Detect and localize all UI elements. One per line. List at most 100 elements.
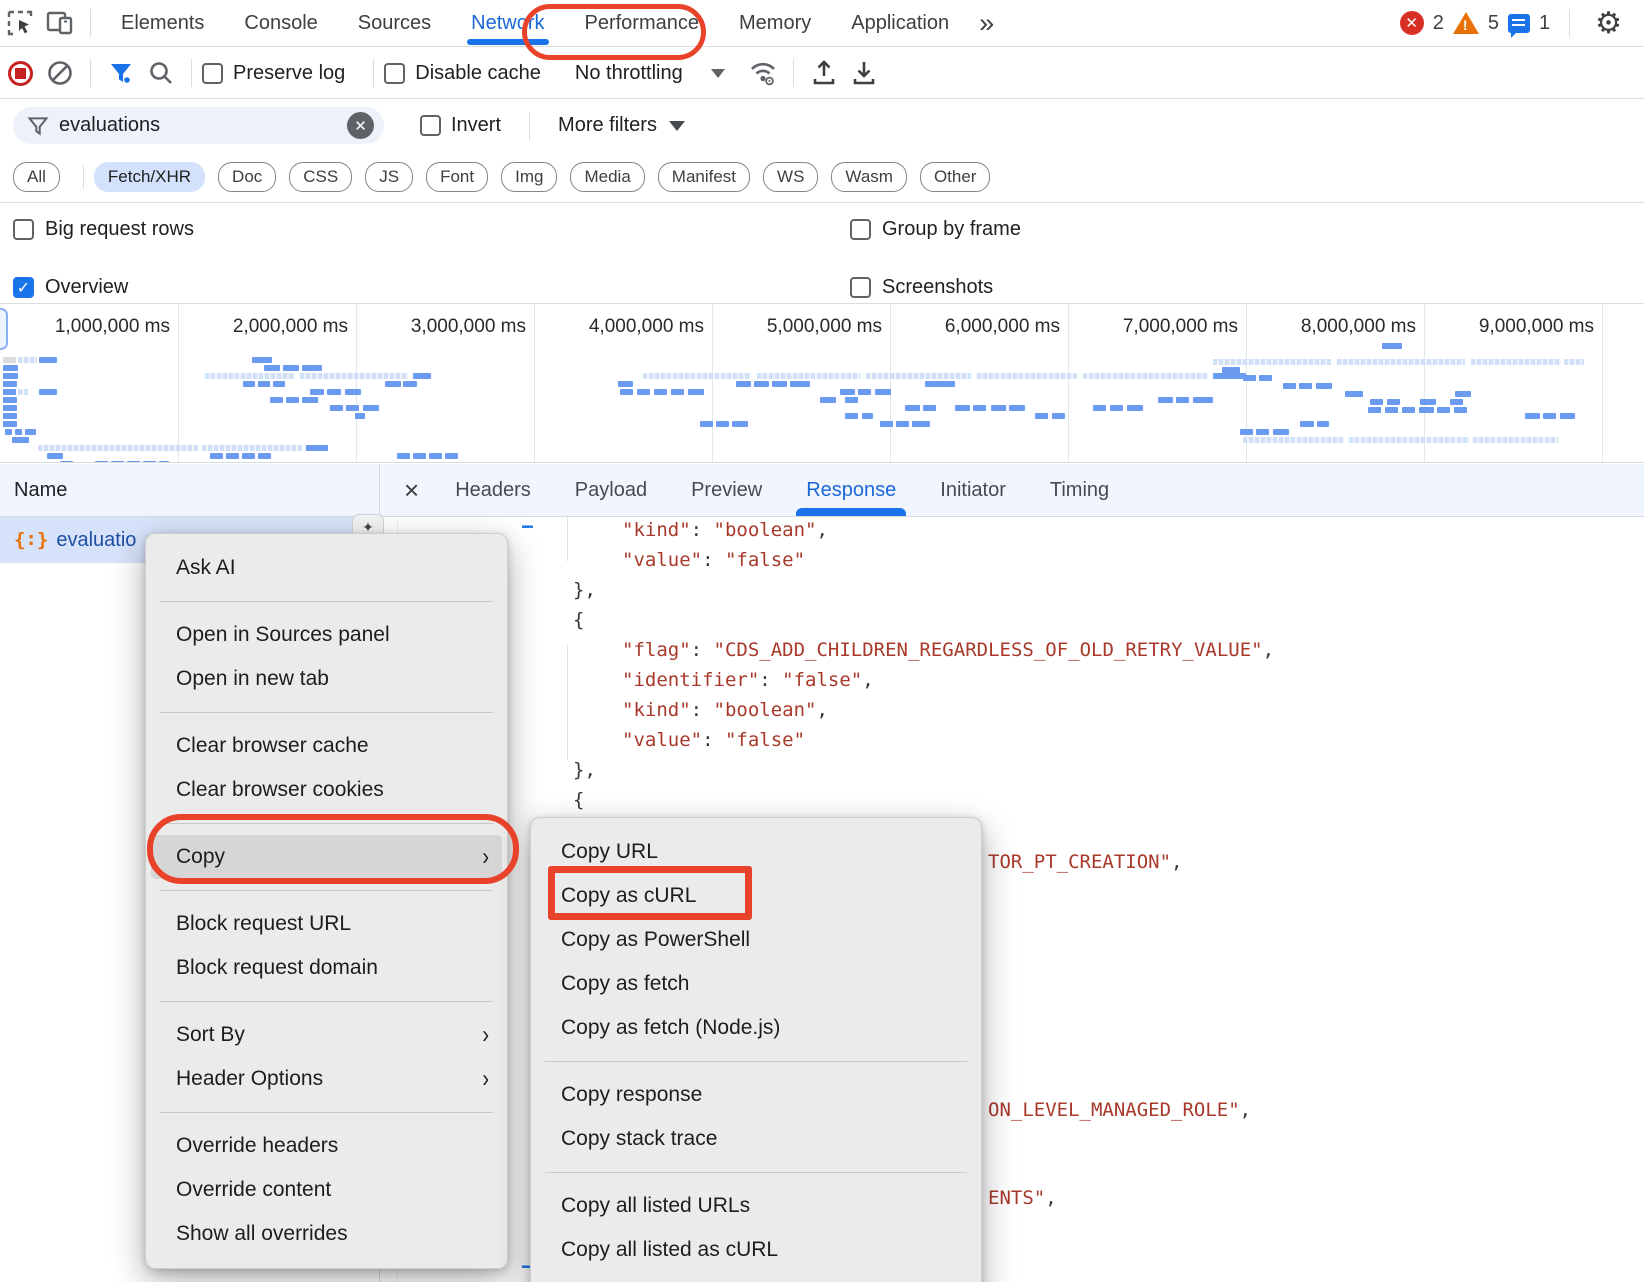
chip-css[interactable]: CSS (289, 162, 352, 192)
chip-fetch-xhr[interactable]: Fetch/XHR (94, 162, 205, 192)
menu-item-copy-all-listed-urls[interactable]: Copy all listed URLs (531, 1184, 981, 1228)
main-tab-console[interactable]: Console (224, 0, 337, 46)
waterfall-bar (306, 445, 328, 451)
menu-item-copy[interactable]: Copy› (151, 835, 502, 879)
waterfall-bar (327, 389, 341, 395)
menu-item-sort-by[interactable]: Sort By› (146, 1013, 507, 1057)
waterfall-bar (3, 381, 17, 387)
message-icon[interactable] (1508, 14, 1530, 33)
main-tab-performance[interactable]: Performance (565, 0, 720, 46)
screenshots-checkbox[interactable] (850, 277, 871, 298)
more-panels-icon[interactable]: » (969, 8, 1004, 39)
detail-tab-preview[interactable]: Preview (669, 464, 784, 516)
chip-media[interactable]: Media (570, 162, 644, 192)
chip-js[interactable]: JS (365, 162, 413, 192)
detail-tab-timing[interactable]: Timing (1028, 464, 1131, 516)
waterfall-bar (1035, 413, 1048, 419)
main-tab-memory[interactable]: Memory (719, 0, 831, 46)
export-har-icon[interactable] (844, 53, 884, 93)
invert-checkbox[interactable] (420, 115, 441, 136)
menu-item-copy-all-listed-as-powershell[interactable]: Copy all listed as PowerShell (531, 1272, 981, 1282)
submenu-arrow-icon: › (482, 843, 489, 872)
close-detail-icon[interactable]: × (380, 475, 433, 506)
detail-tab-headers[interactable]: Headers (433, 464, 553, 516)
waterfall-bar (127, 461, 140, 463)
timeline-label: 2,000,000 ms (233, 316, 348, 338)
json-punctuation: }, (573, 579, 596, 601)
detail-tab-payload[interactable]: Payload (553, 464, 669, 516)
menu-item-override-headers[interactable]: Override headers (146, 1124, 507, 1168)
preserve-log-checkbox[interactable] (202, 63, 223, 84)
chip-ws[interactable]: WS (763, 162, 818, 192)
menu-item-copy-as-fetch-node-js-[interactable]: Copy as fetch (Node.js) (531, 1006, 981, 1050)
main-tab-sources[interactable]: Sources (338, 0, 451, 46)
main-tab-application[interactable]: Application (831, 0, 969, 46)
chip-other[interactable]: Other (920, 162, 991, 192)
throttling-select[interactable]: No throttling (575, 62, 683, 85)
waterfall-bar (18, 389, 29, 395)
name-column-header[interactable]: Name (0, 479, 380, 502)
menu-item-copy-all-listed-as-curl[interactable]: Copy all listed as cURL (531, 1228, 981, 1272)
filter-icon[interactable] (101, 53, 141, 93)
menu-item-header-options[interactable]: Header Options› (146, 1057, 507, 1101)
menu-item-copy-as-curl[interactable]: Copy as cURL (531, 874, 981, 918)
detail-tab-response[interactable]: Response (784, 464, 918, 516)
main-tab-elements[interactable]: Elements (101, 0, 224, 46)
group-by-frame-checkbox[interactable] (850, 219, 871, 240)
error-count: 2 (1433, 12, 1444, 35)
disable-cache-checkbox[interactable] (384, 63, 405, 84)
menu-item-copy-response[interactable]: Copy response (531, 1073, 981, 1117)
network-overview-timeline[interactable]: 1,000,000 ms2,000,000 ms3,000,000 ms4,00… (0, 303, 1644, 463)
filter-input[interactable]: evaluations ✕ (13, 107, 384, 144)
menu-item-clear-browser-cache[interactable]: Clear browser cache (146, 724, 507, 768)
chip-doc[interactable]: Doc (218, 162, 276, 192)
throttling-dropdown-icon[interactable] (711, 69, 725, 78)
menu-item-ask-ai[interactable]: Ask AI (146, 546, 507, 590)
menu-item-copy-url[interactable]: Copy URL (531, 830, 981, 874)
chip-manifest[interactable]: Manifest (658, 162, 750, 192)
waterfall-bar (15, 429, 22, 435)
detail-tab-initiator[interactable]: Initiator (918, 464, 1028, 516)
menu-item-copy-as-powershell[interactable]: Copy as PowerShell (531, 918, 981, 962)
filter-row: evaluations ✕ Invert More filters (0, 100, 1644, 151)
big-request-rows-checkbox[interactable] (13, 219, 34, 240)
clear-filter-icon[interactable]: ✕ (347, 112, 374, 139)
overview-drag-handle[interactable] (0, 308, 8, 350)
menu-item-block-request-domain[interactable]: Block request domain (146, 946, 507, 990)
menu-item-copy-as-fetch[interactable]: Copy as fetch (531, 962, 981, 1006)
menu-item-open-in-sources-panel[interactable]: Open in Sources panel (146, 613, 507, 657)
chip-all[interactable]: All (13, 162, 60, 192)
record-network-log-button[interactable] (0, 53, 40, 93)
device-toolbar-icon[interactable] (40, 3, 80, 43)
timeline-label: 4,000,000 ms (589, 316, 704, 338)
json-punctuation: , (816, 699, 827, 721)
chip-wasm[interactable]: Wasm (831, 162, 907, 192)
menu-item-copy-stack-trace[interactable]: Copy stack trace (531, 1117, 981, 1161)
network-conditions-icon[interactable] (743, 53, 783, 93)
more-filters-button[interactable]: More filters (558, 114, 657, 137)
code-fold-icon[interactable]: − (521, 522, 534, 532)
waterfall-bar (845, 413, 858, 419)
menu-item-clear-browser-cookies[interactable]: Clear browser cookies (146, 768, 507, 812)
more-filters-dropdown-icon[interactable] (669, 121, 685, 131)
menu-separator (160, 823, 493, 824)
settings-gear-icon[interactable]: ⚙ (1595, 6, 1622, 41)
json-string: "flag" (622, 639, 691, 661)
menu-item-block-request-url[interactable]: Block request URL (146, 902, 507, 946)
search-icon[interactable] (141, 53, 181, 93)
warning-icon[interactable]: ! (1453, 12, 1479, 34)
menu-item-open-in-new-tab[interactable]: Open in new tab (146, 657, 507, 701)
chip-img[interactable]: Img (501, 162, 557, 192)
waterfall-bar (302, 397, 318, 403)
chip-font[interactable]: Font (426, 162, 488, 192)
error-icon[interactable]: ✕ (1400, 11, 1424, 35)
import-har-icon[interactable] (804, 53, 844, 93)
main-tab-network[interactable]: Network (451, 0, 564, 46)
json-punctuation: , (816, 519, 827, 541)
menu-item-show-all-overrides[interactable]: Show all overrides (146, 1212, 507, 1256)
inspect-element-icon[interactable] (0, 3, 40, 43)
timeline-label: 3,000,000 ms (411, 316, 526, 338)
menu-item-override-content[interactable]: Override content (146, 1168, 507, 1212)
clear-network-log-button[interactable] (40, 53, 80, 93)
overview-checkbox[interactable]: ✓ (13, 277, 34, 298)
